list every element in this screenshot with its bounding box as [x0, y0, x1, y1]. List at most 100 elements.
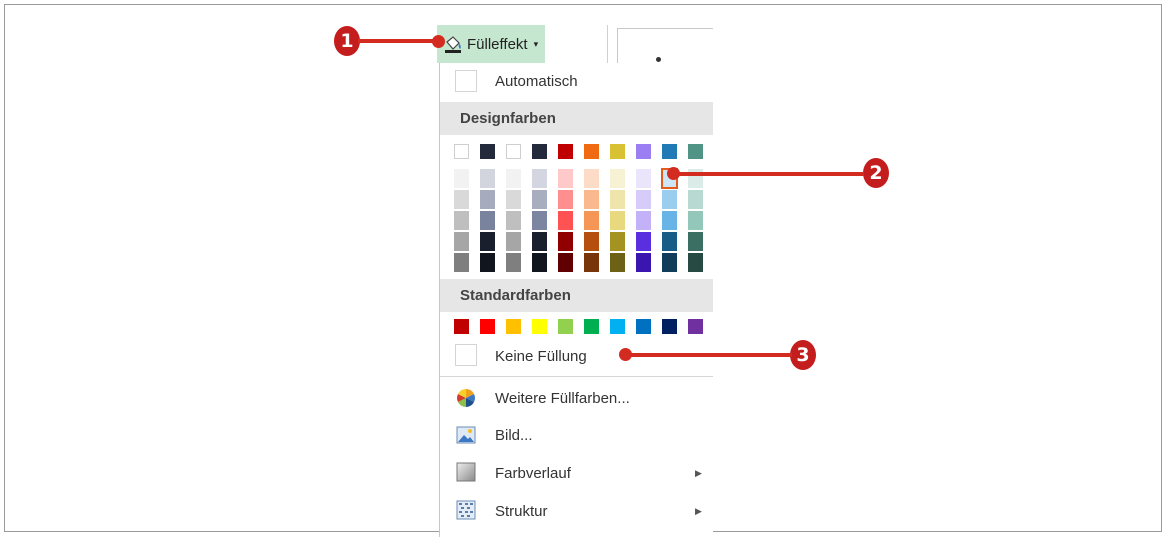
ribbon-divider	[607, 25, 608, 63]
theme-color-shade-swatch[interactable]	[584, 211, 599, 230]
gradient-icon	[456, 462, 476, 482]
theme-color-swatch[interactable]	[558, 144, 573, 159]
theme-color-shade-swatch[interactable]	[532, 169, 547, 188]
paint-bucket-icon	[445, 36, 461, 53]
submenu-arrow-icon: ▶	[695, 468, 702, 478]
theme-color-shade-swatch[interactable]	[610, 190, 625, 209]
submenu-arrow-icon: ▶	[695, 506, 702, 516]
no-fill-menu-item[interactable]: Keine Füllung	[495, 348, 587, 365]
theme-color-shade-swatch[interactable]	[584, 253, 599, 272]
menu-separator	[440, 376, 713, 377]
theme-color-swatch[interactable]	[506, 144, 521, 159]
theme-color-shade-swatch[interactable]	[558, 253, 573, 272]
callout-dot-3	[619, 348, 632, 361]
theme-color-shade-swatch[interactable]	[558, 190, 573, 209]
texture-icon	[456, 500, 476, 520]
standard-color-swatch[interactable]	[610, 319, 625, 334]
theme-color-shade-swatch[interactable]	[480, 253, 495, 272]
callout-badge-2: 2	[863, 158, 889, 188]
theme-color-shade-swatch[interactable]	[688, 190, 703, 209]
theme-color-shade-swatch[interactable]	[532, 253, 547, 272]
theme-color-swatch[interactable]	[480, 144, 495, 159]
picture-menu-item[interactable]: Bild...	[495, 427, 533, 444]
texture-menu-item[interactable]: Struktur	[495, 503, 548, 520]
theme-color-shade-swatch[interactable]	[454, 253, 469, 272]
theme-color-shade-swatch[interactable]	[480, 211, 495, 230]
theme-color-shade-swatch[interactable]	[662, 232, 677, 251]
theme-color-shade-swatch[interactable]	[480, 190, 495, 209]
theme-color-shade-swatch[interactable]	[610, 232, 625, 251]
theme-color-shade-swatch[interactable]	[662, 190, 677, 209]
theme-color-shade-swatch[interactable]	[506, 232, 521, 251]
theme-color-shade-swatch[interactable]	[558, 169, 573, 188]
theme-color-swatch[interactable]	[610, 144, 625, 159]
automatic-color-swatch	[455, 70, 477, 92]
standard-color-swatch[interactable]	[636, 319, 651, 334]
standard-color-swatch[interactable]	[454, 319, 469, 334]
callout-line-1	[358, 39, 438, 43]
theme-color-shade-swatch[interactable]	[636, 211, 651, 230]
standard-color-swatch[interactable]	[688, 319, 703, 334]
theme-color-shade-swatch[interactable]	[454, 190, 469, 209]
theme-color-shade-swatch[interactable]	[454, 169, 469, 188]
theme-color-shade-swatch[interactable]	[506, 253, 521, 272]
chevron-down-icon: ▾	[533, 38, 539, 49]
theme-color-swatch[interactable]	[662, 144, 677, 159]
gradient-menu-item[interactable]: Farbverlauf	[495, 465, 571, 482]
theme-color-swatch[interactable]	[636, 144, 651, 159]
theme-color-shade-swatch[interactable]	[636, 190, 651, 209]
standard-color-swatch[interactable]	[662, 319, 677, 334]
theme-color-shade-swatch[interactable]	[506, 169, 521, 188]
theme-color-shade-swatch[interactable]	[480, 232, 495, 251]
theme-color-shade-swatch[interactable]	[610, 169, 625, 188]
theme-color-shade-swatch[interactable]	[610, 211, 625, 230]
theme-color-shade-swatch[interactable]	[584, 169, 599, 188]
theme-color-shade-swatch[interactable]	[636, 253, 651, 272]
theme-color-shade-swatch[interactable]	[558, 232, 573, 251]
theme-color-shade-swatch[interactable]	[558, 211, 573, 230]
more-fill-colors-menu-item[interactable]: Weitere Füllfarben...	[495, 390, 630, 407]
theme-color-swatch[interactable]	[454, 144, 469, 159]
theme-color-shade-swatch[interactable]	[688, 211, 703, 230]
theme-color-shade-swatch[interactable]	[506, 190, 521, 209]
theme-color-shade-swatch[interactable]	[688, 232, 703, 251]
theme-color-shade-swatch[interactable]	[688, 253, 703, 272]
theme-color-shade-swatch[interactable]	[584, 232, 599, 251]
theme-color-shade-swatch[interactable]	[454, 211, 469, 230]
standard-color-swatch[interactable]	[584, 319, 599, 334]
theme-color-swatch[interactable]	[532, 144, 547, 159]
fill-effect-button[interactable]: Fülleffekt ▾	[437, 25, 545, 63]
theme-color-shade-swatch[interactable]	[636, 169, 651, 188]
standard-color-swatch[interactable]	[480, 319, 495, 334]
standard-color-swatch[interactable]	[506, 319, 521, 334]
standard-color-swatch[interactable]	[558, 319, 573, 334]
theme-colors-heading: Designfarben	[440, 102, 713, 135]
automatic-menu-item[interactable]: Automatisch	[495, 73, 578, 90]
callout-badge-3: 3	[790, 340, 816, 370]
standard-colors-heading: Standardfarben	[440, 279, 713, 312]
theme-color-shade-swatch[interactable]	[532, 190, 547, 209]
theme-color-shade-swatch[interactable]	[480, 169, 495, 188]
callout-dot-2	[667, 167, 680, 180]
theme-color-shade-swatch[interactable]	[662, 211, 677, 230]
theme-color-shade-swatch[interactable]	[636, 232, 651, 251]
fill-effect-label: Fülleffekt	[467, 35, 528, 53]
callout-dot-1	[432, 35, 445, 48]
theme-color-shade-swatch[interactable]	[584, 190, 599, 209]
fill-color-dropdown: Automatisch Designfarben Standardfarben …	[439, 63, 713, 537]
picture-icon	[456, 426, 476, 444]
standard-color-swatch[interactable]	[532, 319, 547, 334]
ribbon-preview-box	[617, 28, 713, 64]
color-wheel-icon	[457, 389, 475, 407]
theme-color-shade-swatch[interactable]	[610, 253, 625, 272]
theme-color-shade-swatch[interactable]	[662, 253, 677, 272]
theme-color-swatch[interactable]	[688, 144, 703, 159]
theme-color-shade-swatch[interactable]	[532, 232, 547, 251]
theme-color-shade-swatch[interactable]	[506, 211, 521, 230]
callout-line-3	[625, 353, 792, 357]
theme-color-shade-swatch[interactable]	[532, 211, 547, 230]
callout-line-2	[672, 172, 864, 176]
no-fill-swatch	[455, 344, 477, 366]
theme-color-swatch[interactable]	[584, 144, 599, 159]
theme-color-shade-swatch[interactable]	[454, 232, 469, 251]
